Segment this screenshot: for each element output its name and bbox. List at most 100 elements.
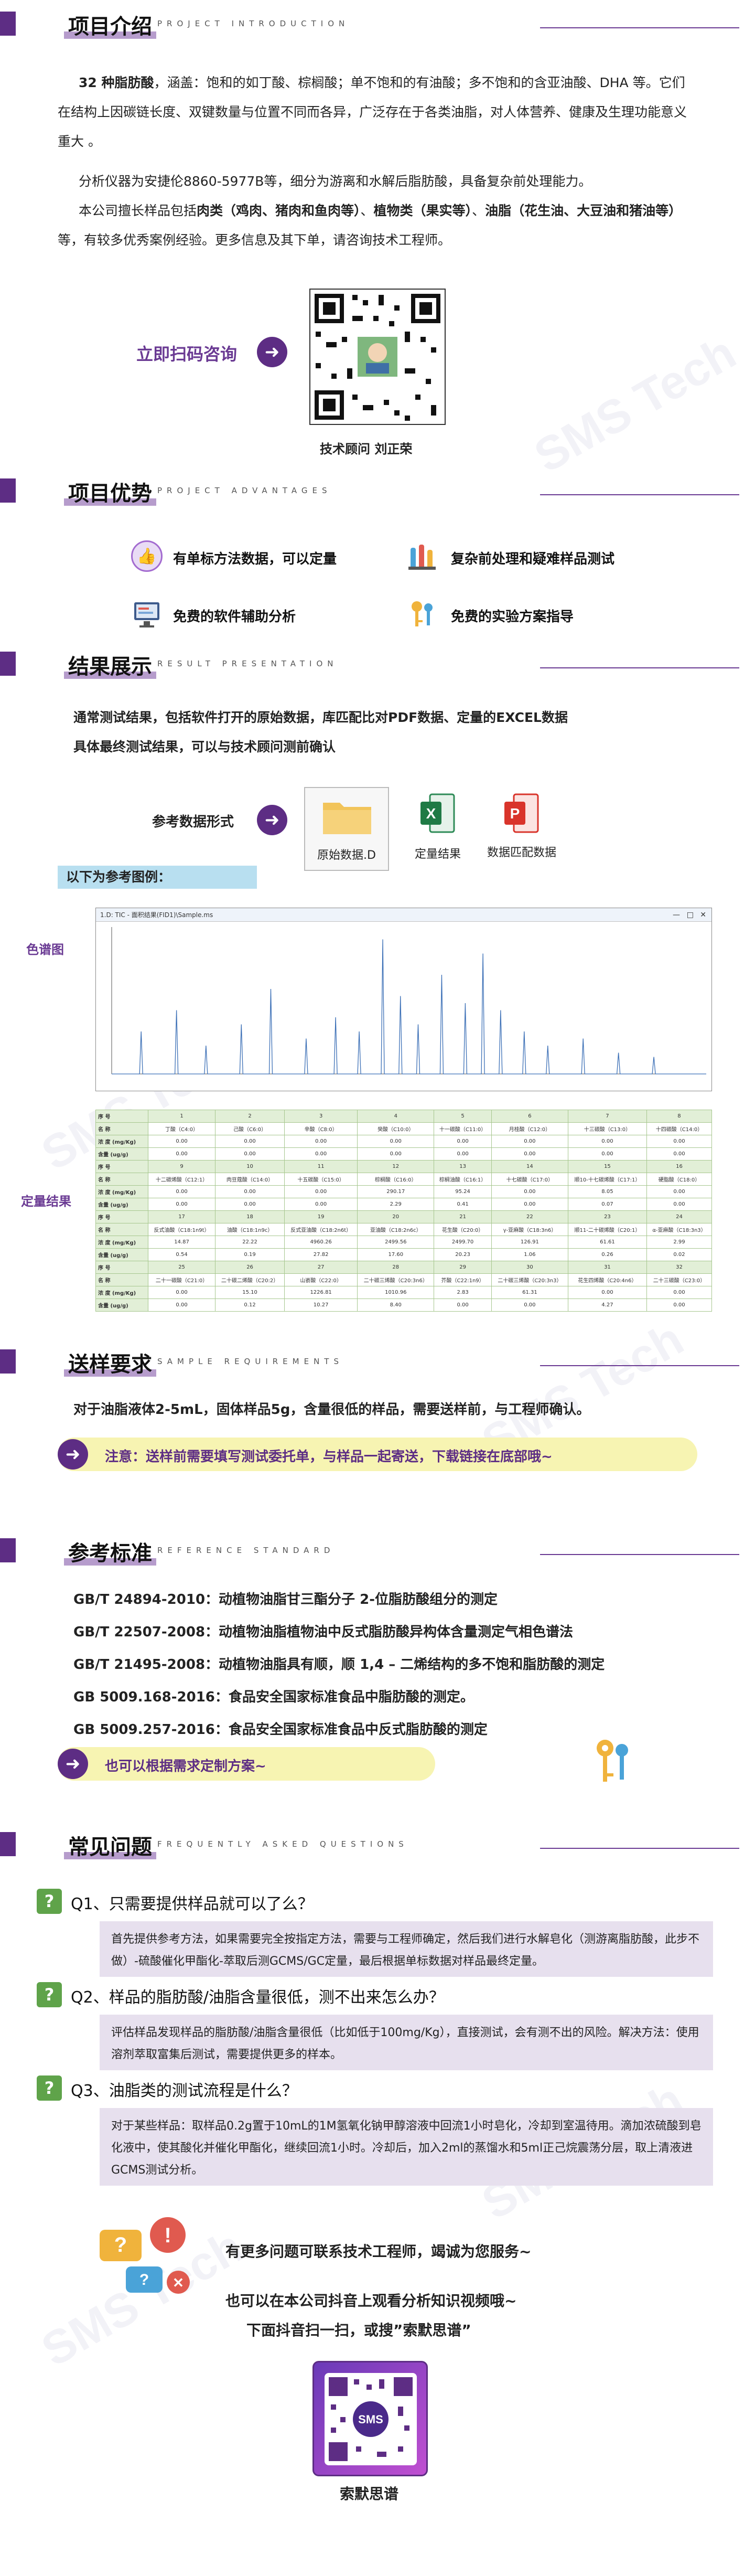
table-cell: 22.22 [215,1236,285,1249]
thumbs-up-icon: 👍 [131,540,163,572]
table-cell: 二十碳三烯酸（C20:3n6） [357,1273,435,1286]
table-cell: 8 [646,1110,713,1123]
quant-table-wrapper: 序 号12345678名 称丁酸（C4:0） 己酸（C6:0） 辛酸（C8:0） 癸酸… [95,1110,713,1312]
row-label: 序 号 [95,1210,148,1223]
douyin-qr-code[interactable]: SMS [312,2361,428,2476]
chromatogram-window: 1.D: TIC - 面积结果(FID1)\Sample.ms — □ ✕ [95,908,712,1091]
intro-text: 等，有较多优秀案例经验。更多信息及其下单，请咨询技术工程师。 [58,232,451,248]
file-pdf[interactable]: P 数据匹配数据 [485,792,558,881]
table-cell: 0.07 [567,1198,647,1211]
svg-text:✕: ✕ [172,2275,184,2291]
table-cell: 十七碳酸（C17:0） [491,1173,568,1186]
example-banner: 以下为参考图例： [58,866,257,889]
table-cell: 0.00 [357,1147,435,1161]
row-label: 名 称 [95,1223,148,1236]
table-cell: 0.00 [491,1185,568,1198]
file-label: 定量结果 [414,848,461,861]
arrow-right-icon: ➜ [257,805,287,835]
table-cell: 二十碳三烯酸（C20:3n3） [491,1273,568,1286]
table-cell: 16 [646,1160,713,1173]
quant-label: 定量结果 [21,1194,71,1209]
table-cell: 0.00 [147,1135,216,1148]
intro-paragraph-1: 32 种脂肪酸，涵盖：饱和的如丁酸、棕榈酸；单不饱和的有油酸；多不饱和的含亚油酸… [58,68,697,156]
table-cell: 顺11-二十碳烯酸（C20:1） [567,1223,647,1236]
advantage-item: 免费的实验方案指导 [451,609,574,625]
table-cell: 辛酸（C8:0） [284,1122,358,1135]
row-label: 含量 (ug/g) [95,1147,148,1161]
table-cell: 1 [147,1110,216,1123]
chromatogram-label: 色谱图 [26,942,64,957]
table-cell: 11 [284,1160,358,1173]
result-line: 具体最终测试结果，可以与技术顾问测前确认 [73,739,336,754]
table-cell: 二十一碳酸（C21:0） [147,1273,216,1286]
table-cell: 24 [646,1210,713,1223]
file-label: 原始数据.D [317,849,376,862]
table-cell: 花生酸（C20:0） [434,1223,492,1236]
table-cell: 0.00 [147,1286,216,1299]
folder-icon [323,803,371,834]
contact-label: 技术顾问 刘正荣 [320,442,413,456]
advantage-item: 免费的软件辅助分析 [173,609,296,625]
table-cell: 290.17 [357,1185,435,1198]
table-row: 含量 (ug/g) 0.00 0.12 10.27 8.40 0.00 0.00 4.27 0.… [95,1298,713,1312]
table-cell: 0.02 [646,1248,713,1261]
table-cell: α-亚麻酸（C18:3n3） [646,1223,713,1236]
table-cell: 61.61 [567,1236,647,1249]
table-cell: 0.00 [284,1185,358,1198]
section-title: 参考标准 [64,1536,156,1567]
table-row: 序 号 17 18 19 20 21 22 23 24 [95,1210,713,1223]
minimize-icon[interactable]: — [673,908,680,922]
table-cell: 2.99 [646,1236,713,1249]
table-cell: 2 [215,1110,285,1123]
intro-text: 本公司擅长样品包括 [79,203,197,218]
section-subtitle: FREQUENTLY ASKED QUESTIONS [157,1839,408,1849]
maximize-icon[interactable]: □ [687,908,694,922]
table-cell: 十四碳酸（C14:0） [646,1122,713,1135]
table-cell: 2499.56 [357,1236,435,1249]
section-title: 常见问题 [64,1830,156,1860]
table-cell: 0.00 [646,1198,713,1211]
file-label: 数据匹配数据 [487,846,556,859]
advantage-item: 复杂前处理和疑难样品测试 [451,551,615,567]
table-cell: 28 [357,1261,435,1274]
qr-code[interactable] [309,289,446,425]
table-cell: 0.00 [215,1135,285,1148]
table-cell: 十三碳酸（C13:0） [567,1122,647,1135]
footer-line: 有更多问题可联系技术工程师，竭诚为您服务~ [225,2243,532,2260]
table-cell: 癸酸（C10:0） [357,1122,435,1135]
custom-note: 也可以根据需求定制方案~ [105,1759,266,1774]
key-icon [592,1737,634,1791]
intro-paragraph-2: 分析仪器为安捷伦8860-5977B等，细分为游离和水解后脂肪酸，具备复杂前处理… [79,174,592,189]
file-excel[interactable]: X 定量结果 [404,792,472,871]
sample-requirement: 对于油脂液体2-5mL，固体样品5g，含量很低的样品，需要送样前，与工程师确认。 [73,1402,590,1418]
row-label: 含量 (ug/g) [95,1248,148,1261]
table-row: 名 称反式油酸（C18:1n9t） 油酸（C18:1n9c） 反式亚油酸（C18:2… [95,1223,713,1236]
table-cell: 0.00 [646,1185,713,1198]
table-cell: 0.12 [215,1298,285,1312]
file-raw-data[interactable]: 原始数据.D [304,787,389,871]
table-cell: 0.54 [147,1248,216,1261]
table-cell: 0.00 [491,1198,568,1211]
contact-illustration-icon: ? ! ? ✕ [94,2209,199,2311]
standard-item: GB 5009.257-2016：食品安全国家标准食品中反式脂肪酸的测定 [73,1722,488,1738]
arrow-right-icon: ➜ [58,1439,88,1470]
close-icon[interactable]: ✕ [700,908,706,922]
table-cell: 1.06 [491,1248,568,1261]
table-cell: 15.10 [215,1286,285,1299]
table-cell: 0.00 [567,1135,647,1148]
chromatogram-trace [112,939,706,1074]
question-icon: ? [37,1982,62,2007]
table-row: 序 号12345678 [95,1110,713,1123]
sample-note[interactable]: 注意：送样前需要填写测试委托单，与样品一起寄送，下载链接在底部哦~ [105,1446,553,1465]
table-cell: 0.00 [491,1298,568,1312]
table-cell: 0.00 [215,1147,285,1161]
table-cell: 0.26 [567,1248,647,1261]
excel-icon: X [420,793,455,833]
table-cell: 二十三碳酸（C23:0） [646,1273,713,1286]
table-cell: 23 [567,1210,647,1223]
section-subtitle: PROJECT ADVANTAGES [157,486,332,495]
table-cell: 17.60 [357,1248,435,1261]
table-row: 名 称十二碳烯酸（C12:1） 肉豆蔻酸（C14:0） 十五碳酸（C15:0） 棕榈酸… [95,1173,713,1186]
table-cell: 8.40 [357,1298,435,1312]
table-row: 浓 度 (mg/Kg) 0.00 0.00 0.00 0.00 0.00 0.00 0.00 0… [95,1135,713,1148]
